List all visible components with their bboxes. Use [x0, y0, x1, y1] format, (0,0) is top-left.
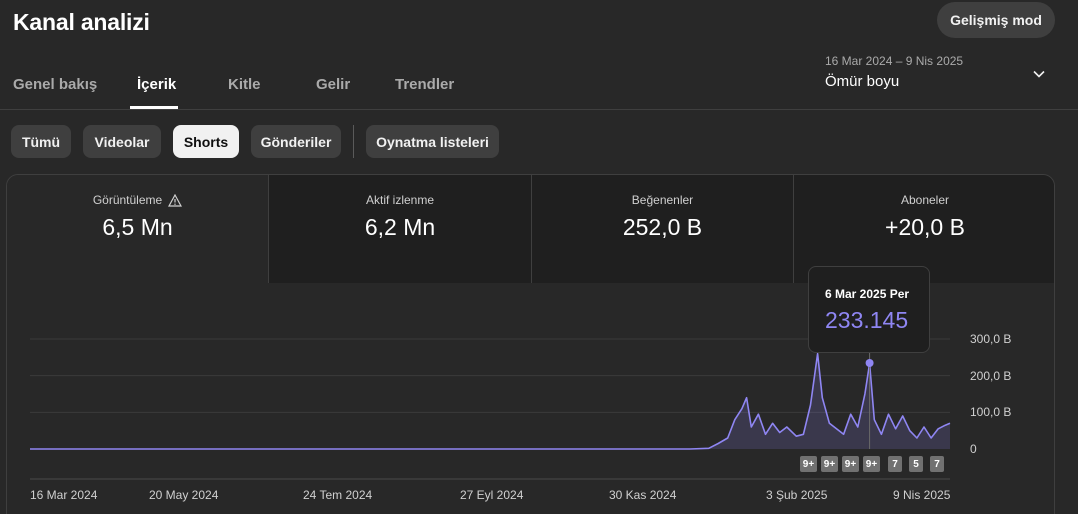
video-marker-badge[interactable]: 7	[930, 456, 944, 472]
video-marker-badge[interactable]: 9+	[842, 456, 859, 472]
views-line-chart[interactable]	[0, 0, 1078, 514]
y-tick-label: 300,0 B	[970, 332, 1012, 346]
video-marker-badge[interactable]: 9+	[800, 456, 817, 472]
series-area-fill	[30, 353, 950, 449]
x-tick-label: 16 Mar 2024	[30, 488, 98, 502]
x-tick-label: 20 May 2024	[149, 488, 219, 502]
video-marker-badge[interactable]: 7	[888, 456, 902, 472]
x-tick-label: 9 Nis 2025	[893, 488, 951, 502]
tooltip-value: 233.145	[825, 307, 909, 333]
x-tick-label: 24 Tem 2024	[303, 488, 373, 502]
y-tick-label: 0	[970, 442, 977, 456]
y-tick-label: 100,0 B	[970, 405, 1012, 419]
y-tick-label: 200,0 B	[970, 369, 1012, 383]
video-marker-badge[interactable]: 5	[909, 456, 923, 472]
video-marker-badge[interactable]: 9+	[863, 456, 880, 472]
x-tick-label: 27 Eyl 2024	[460, 488, 524, 502]
highlight-point	[865, 359, 874, 367]
chart-tooltip: 6 Mar 2025 Per 233.145	[808, 266, 930, 353]
tooltip-date: 6 Mar 2025 Per	[825, 287, 910, 301]
video-marker-badge[interactable]: 9+	[821, 456, 838, 472]
x-tick-label: 30 Kas 2024	[609, 488, 677, 502]
x-tick-label: 3 Şub 2025	[766, 488, 828, 502]
